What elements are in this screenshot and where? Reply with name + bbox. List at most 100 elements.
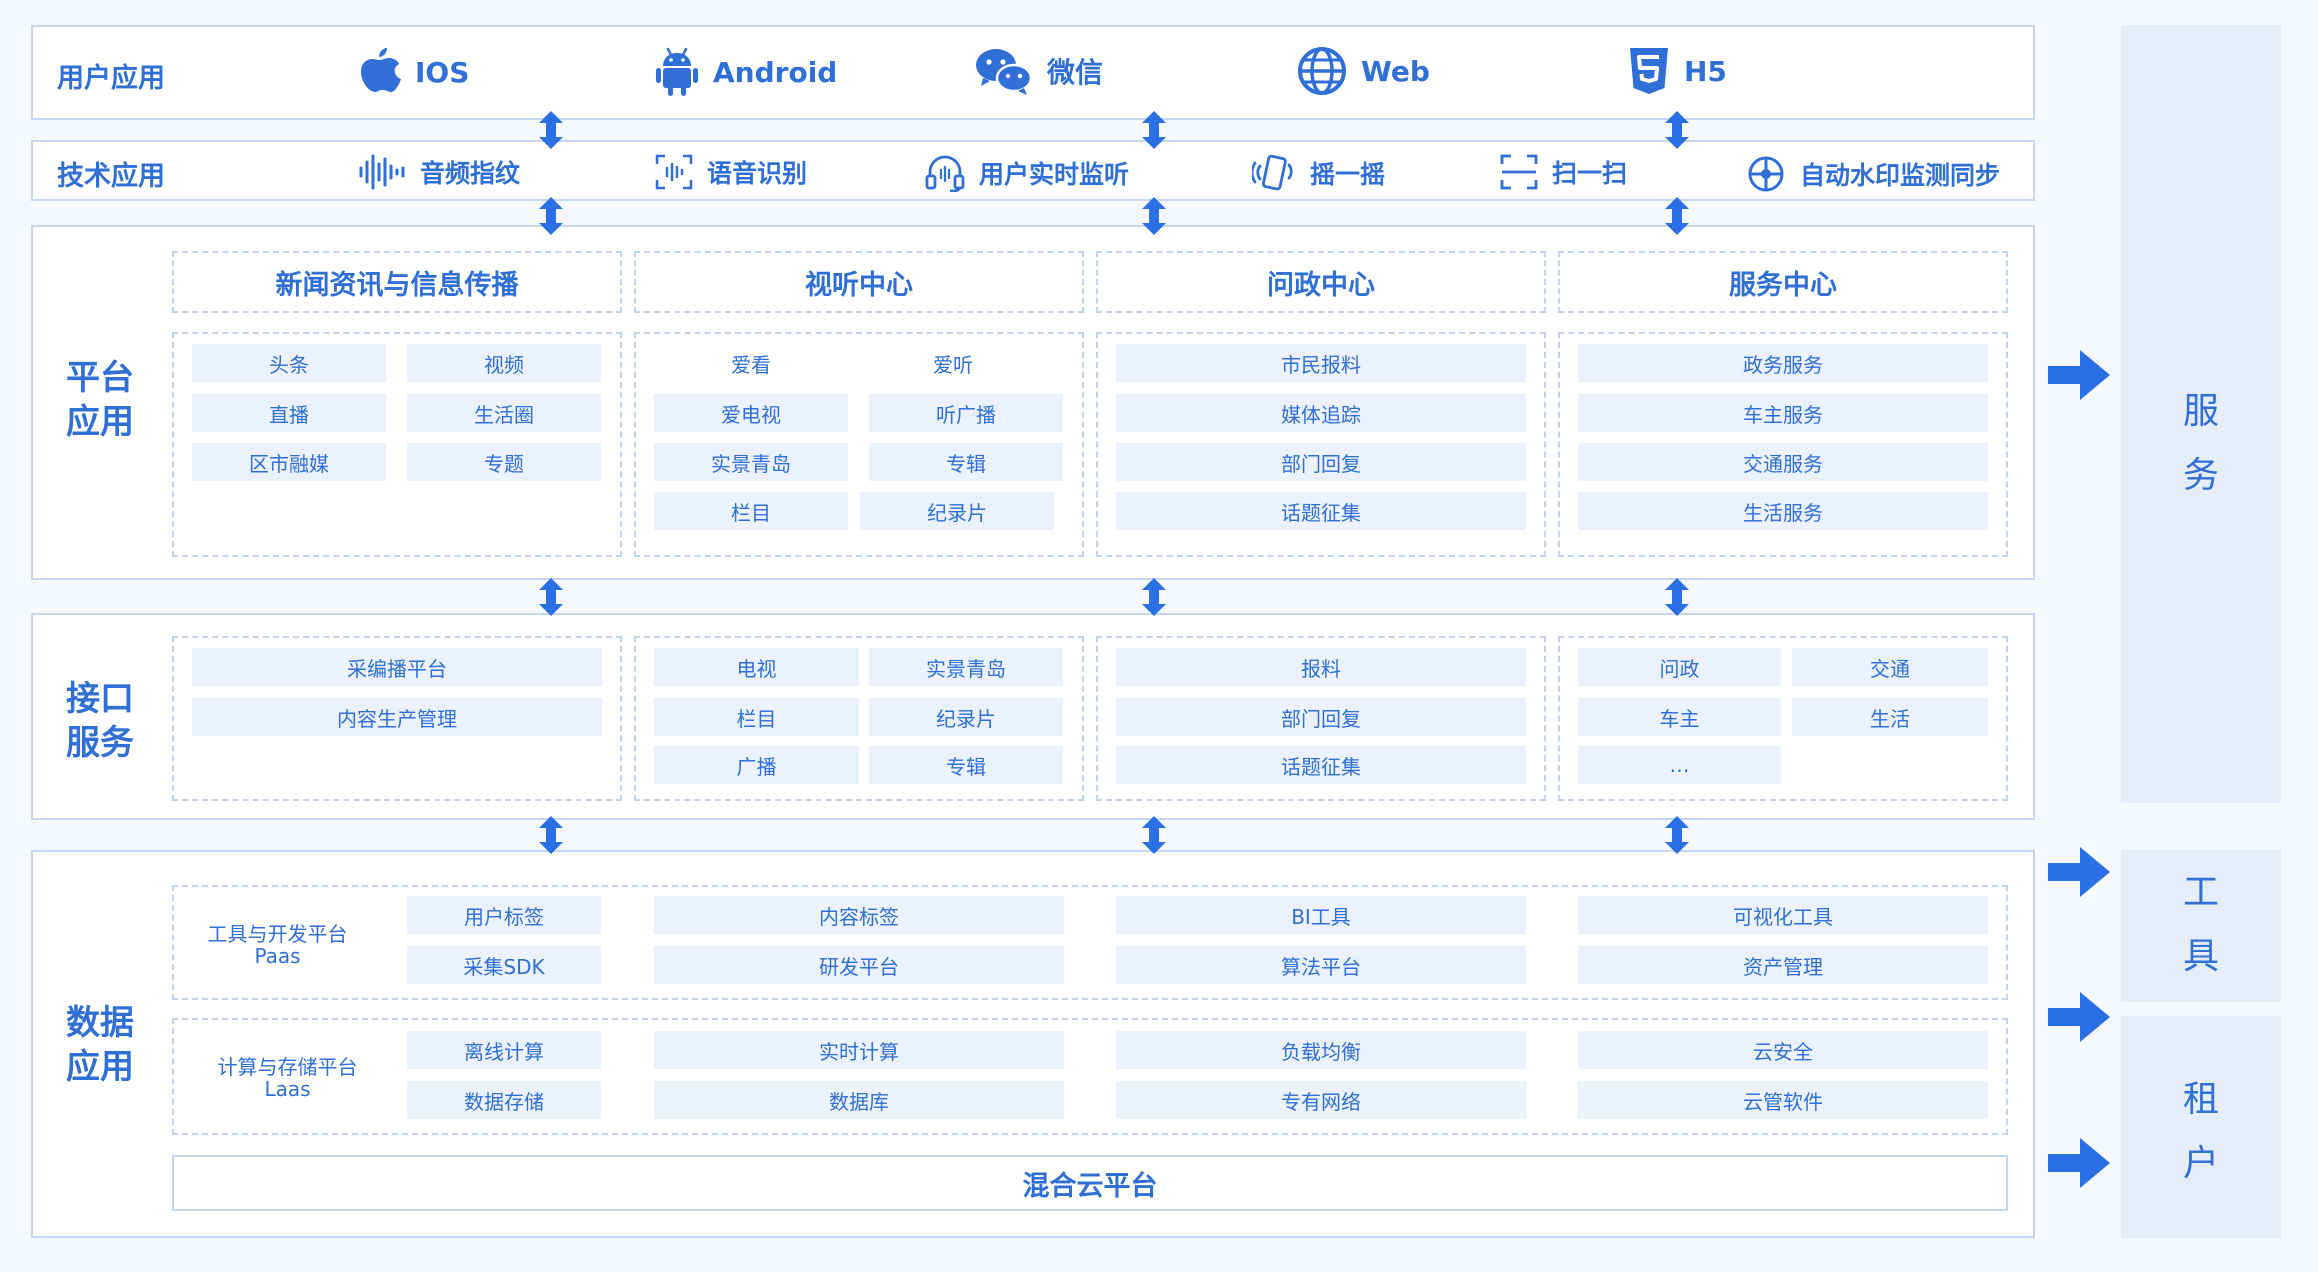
wechat-icon [976, 49, 1033, 95]
paas-label: 工具与开发平台 Paas [207, 922, 348, 968]
laas-chip: 专有网络 [1116, 1081, 1526, 1119]
platform-chip: 专题 [407, 443, 601, 481]
interface-chip: 部门回复 [1116, 698, 1526, 736]
bidirectional-arrow-icon [1665, 816, 1689, 854]
user-app-item-label: Android [713, 55, 838, 89]
headset-icon [925, 155, 965, 192]
bidirectional-arrow-icon [539, 197, 563, 235]
platform-chip: 直播 [192, 394, 386, 432]
platform-chip: 爱看 [731, 352, 771, 377]
platform-column-title-news: 新闻资讯与信息传播 [172, 251, 622, 313]
scan-icon [1500, 154, 1538, 190]
user-app-item-ios: IOS [357, 46, 469, 98]
side-service-box: 服 务 [2121, 25, 2281, 803]
tech-app-item-shake: 摇一摇 [1252, 154, 1385, 192]
user-app-item-label: H5 [1684, 54, 1727, 88]
laas-chip: 数据存储 [407, 1081, 601, 1119]
platform-chip: 部门回复 [1116, 443, 1526, 481]
tech-app-item-scan: 扫一扫 [1500, 154, 1627, 190]
data-app-label: 数据 应用 [66, 1003, 134, 1087]
tech-app-item-label: 语音识别 [707, 159, 808, 188]
user-app-item-web: Web [1297, 46, 1430, 96]
platform-chip: 车主服务 [1578, 394, 1988, 432]
bidirectional-arrow-icon [1665, 111, 1689, 149]
bidirectional-arrow-icon [1665, 578, 1689, 616]
tech-app-item-label: 扫一扫 [1552, 159, 1628, 188]
paas-chip: 采集SDK [407, 946, 601, 984]
bidirectional-arrow-icon [1142, 816, 1166, 854]
tech-app-item-watermark-sync: 自动水印监测同步 [1746, 154, 2000, 194]
watermark-icon [1748, 156, 1784, 192]
laas-chip: 离线计算 [407, 1031, 601, 1069]
laas-chip: 负载均衡 [1116, 1031, 1526, 1069]
side-tools-box: 工 具 [2121, 850, 2281, 1002]
tech-app-label: 技术应用 [57, 161, 165, 192]
user-app-item-android: Android [655, 46, 837, 98]
interface-chip: 内容生产管理 [192, 698, 602, 736]
interface-chip: 话题征集 [1116, 746, 1526, 784]
interface-chip: 报料 [1116, 648, 1526, 686]
platform-chip: 交通服务 [1578, 443, 1988, 481]
interface-chip: 实景青岛 [869, 648, 1063, 686]
platform-chip: 视频 [407, 344, 601, 382]
laas-chip: 实时计算 [654, 1031, 1064, 1069]
platform-chip: 市民报料 [1116, 344, 1526, 382]
bidirectional-arrow-icon [1142, 578, 1166, 616]
platform-column-title-gov: 问政中心 [1096, 251, 1546, 313]
paas-chip: 算法平台 [1116, 946, 1526, 984]
interface-chip: 车主 [1578, 698, 1781, 736]
interface-chip: … [1578, 746, 1781, 784]
tech-app-item-label: 用户实时监听 [979, 160, 1130, 189]
side-tenant-box: 租 户 [2121, 1016, 2281, 1238]
user-app-item-label: 微信 [1047, 56, 1104, 89]
interface-chip: 问政 [1578, 648, 1781, 686]
platform-column-title-service: 服务中心 [1558, 251, 2008, 313]
user-app-item-label: Web [1361, 54, 1430, 88]
platform-chip: 纪录片 [860, 492, 1054, 530]
hybrid-cloud-bar: 混合云平台 [172, 1155, 2008, 1211]
arrow-right-icon [2048, 1138, 2110, 1188]
platform-chip: 媒体追踪 [1116, 394, 1526, 432]
bidirectional-arrow-icon [1665, 197, 1689, 235]
platform-chip: 听广播 [869, 394, 1063, 432]
interface-chip: 采编播平台 [192, 648, 602, 686]
tech-app-item-speech-recognition: 语音识别 [655, 154, 807, 190]
bidirectional-arrow-icon [539, 816, 563, 854]
architecture-diagram: 用户应用 IOS Android 微信 Web H5 技术应用 音频指纹 语音识… [0, 0, 2318, 1272]
interface-chip: 专辑 [869, 746, 1063, 784]
platform-chip: 政务服务 [1578, 344, 1988, 382]
bidirectional-arrow-icon [539, 578, 563, 616]
platform-chip: 专辑 [869, 443, 1063, 481]
laas-chip: 数据库 [654, 1081, 1064, 1119]
user-app-item-h5: H5 [1628, 46, 1727, 96]
apple-icon [361, 48, 401, 92]
bidirectional-arrow-icon [1142, 111, 1166, 149]
platform-chip: 实景青岛 [654, 443, 848, 481]
interface-chip: 生活 [1792, 698, 1988, 736]
platform-chip: 生活服务 [1578, 492, 1988, 530]
tech-app-item-label: 摇一摇 [1310, 160, 1386, 189]
platform-column-title-av: 视听中心 [634, 251, 1084, 313]
tech-app-item-realtime-listening: 用户实时监听 [925, 154, 1129, 192]
paas-chip: 可视化工具 [1578, 896, 1988, 934]
platform-chip: 栏目 [654, 492, 848, 530]
paas-chip: 资产管理 [1578, 946, 1988, 984]
platform-chip: 话题征集 [1116, 492, 1526, 530]
tech-app-item-label: 自动水印监测同步 [1800, 161, 2001, 190]
laas-chip: 云安全 [1578, 1031, 1988, 1069]
arrow-right-icon [2048, 992, 2110, 1042]
laas-chip: 云管软件 [1578, 1081, 1988, 1119]
shake-phone-icon [1252, 154, 1293, 191]
html5-icon [1630, 48, 1668, 94]
platform-chip: 区市融媒 [192, 443, 386, 481]
platform-app-label: 平台 应用 [66, 358, 134, 442]
paas-chip: 内容标签 [654, 896, 1064, 934]
audio-wave-icon [359, 154, 405, 190]
android-icon [656, 47, 698, 96]
paas-chip: 研发平台 [654, 946, 1064, 984]
user-app-item-label: IOS [415, 55, 470, 89]
bidirectional-arrow-icon [539, 111, 563, 149]
interface-chip: 电视 [654, 648, 859, 686]
arrow-right-icon [2048, 350, 2110, 400]
interface-service-label: 接口 服务 [66, 679, 134, 763]
